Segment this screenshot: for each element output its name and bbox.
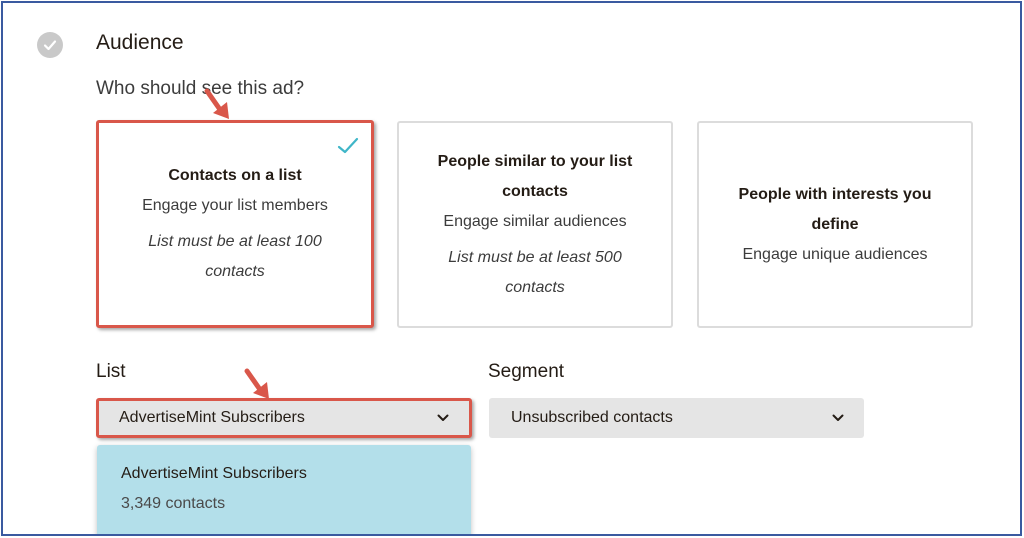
chevron-down-icon: [832, 414, 844, 421]
option-interests[interactable]: People with interests you define Engage …: [697, 121, 973, 328]
option-note-line: List must be at least 100: [148, 233, 322, 250]
dropdown-option-count: 3,349 contacts: [121, 495, 226, 512]
option-title-line: define: [811, 215, 859, 233]
chevron-down-icon: [437, 414, 449, 421]
option-title-line: contacts: [502, 182, 568, 200]
option-title-line: People similar to your list: [437, 152, 633, 170]
list-select[interactable]: AdvertiseMint Subscribers: [96, 398, 472, 438]
option-note-line: List must be at least 500: [448, 248, 622, 266]
segment-select[interactable]: Unsubscribed contacts: [489, 398, 864, 438]
option-note-line: contacts: [505, 278, 565, 296]
option-subtitle: Engage similar audiences: [443, 212, 627, 230]
segment-select-value: Unsubscribed contacts: [511, 409, 673, 426]
list-dropdown-option[interactable]: AdvertiseMint Subscribers 3,349 contacts: [97, 445, 471, 534]
option-title: Contacts on a list: [168, 167, 302, 184]
option-subtitle: Engage unique audiences: [742, 245, 928, 263]
section-title: Audience: [96, 31, 184, 54]
option-title: People with interests you define: [739, 180, 932, 240]
annotation-arrow-icon: [204, 88, 229, 119]
annotation-arrow-icon: [244, 368, 269, 399]
option-contacts-on-list[interactable]: Contacts on a list Engage your list memb…: [96, 120, 374, 328]
option-subtitle: Engage your list members: [142, 197, 328, 214]
option-note: List must be at least 100 contacts: [148, 227, 321, 287]
step-complete-check-icon: [37, 32, 63, 58]
option-title-line: People with interests you: [738, 185, 932, 203]
option-similar-people[interactable]: People similar to your list contacts Eng…: [397, 121, 673, 328]
option-note-line: contacts: [205, 263, 265, 280]
list-label: List: [96, 361, 126, 382]
screenshot-frame: Audience Who should see this ad? Contact…: [1, 1, 1022, 536]
option-note: List must be at least 500 contacts: [448, 243, 621, 303]
dropdown-option-name: AdvertiseMint Subscribers: [121, 465, 307, 482]
segment-label: Segment: [488, 361, 565, 382]
selected-check-icon: [337, 137, 359, 154]
list-select-value: AdvertiseMint Subscribers: [119, 409, 305, 426]
option-title: People similar to your list contacts: [438, 147, 633, 207]
